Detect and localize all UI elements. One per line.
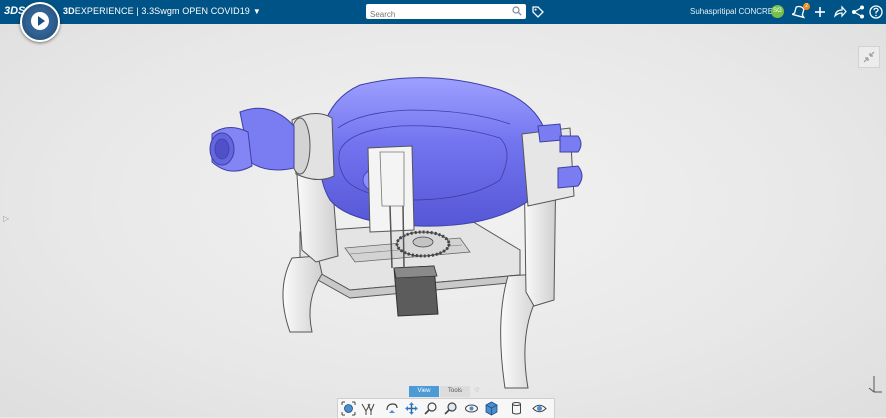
visibility-icon[interactable] bbox=[532, 401, 547, 416]
top-bar: 3DS 3DEXPERIENCE | 3.3Swgm OPEN COVID19 ▼… bbox=[0, 0, 886, 24]
search-input[interactable] bbox=[366, 7, 510, 22]
pan-icon[interactable] bbox=[404, 401, 419, 416]
favorite-icon[interactable]: ♡ bbox=[473, 386, 481, 397]
chevron-down-icon[interactable]: ▼ bbox=[253, 7, 261, 16]
tag-icon[interactable] bbox=[531, 5, 544, 18]
help-icon[interactable] bbox=[869, 4, 883, 20]
view-toolbar bbox=[337, 398, 555, 418]
minimize-icon bbox=[863, 51, 875, 63]
app-title-text: EXPERIENCE | 3.3Swgm OPEN COVID19 bbox=[74, 6, 250, 16]
axis-triad-icon bbox=[868, 376, 882, 393]
search-icon[interactable] bbox=[512, 6, 522, 16]
avatar[interactable]: SG bbox=[771, 5, 784, 18]
search-box[interactable] bbox=[366, 4, 526, 22]
rotate-icon[interactable] bbox=[384, 401, 399, 416]
fit-all-icon[interactable] bbox=[341, 401, 356, 416]
cylinder-icon[interactable] bbox=[509, 401, 524, 416]
view-cube-icon[interactable] bbox=[484, 401, 499, 416]
look-at-icon[interactable] bbox=[464, 401, 479, 416]
tab-view[interactable]: View bbox=[409, 386, 439, 397]
collapse-view-button[interactable] bbox=[858, 46, 880, 68]
tab-tools[interactable]: Tools bbox=[440, 386, 470, 397]
3d-viewer-canvas[interactable]: ▷ bbox=[0, 24, 886, 417]
app-title[interactable]: 3DEXPERIENCE | 3.3Swgm OPEN COVID19 ▼ bbox=[63, 6, 261, 16]
app-brand: 3D bbox=[63, 6, 75, 16]
share-network-icon[interactable] bbox=[851, 4, 865, 20]
add-icon[interactable] bbox=[813, 4, 827, 20]
compass-button[interactable] bbox=[20, 2, 60, 42]
zoom-area-icon[interactable] bbox=[423, 401, 438, 416]
zoom-icon[interactable] bbox=[443, 401, 458, 416]
3d-model[interactable] bbox=[0, 24, 886, 417]
notification-badge: 2 bbox=[803, 3, 810, 10]
user-name[interactable]: Suhaspritipal CONCRETE bbox=[690, 7, 783, 16]
play-icon bbox=[31, 12, 49, 30]
share-icon[interactable] bbox=[833, 4, 847, 20]
pan-rotate-icon[interactable] bbox=[360, 401, 375, 416]
expand-panel-icon[interactable]: ▷ bbox=[3, 214, 9, 223]
